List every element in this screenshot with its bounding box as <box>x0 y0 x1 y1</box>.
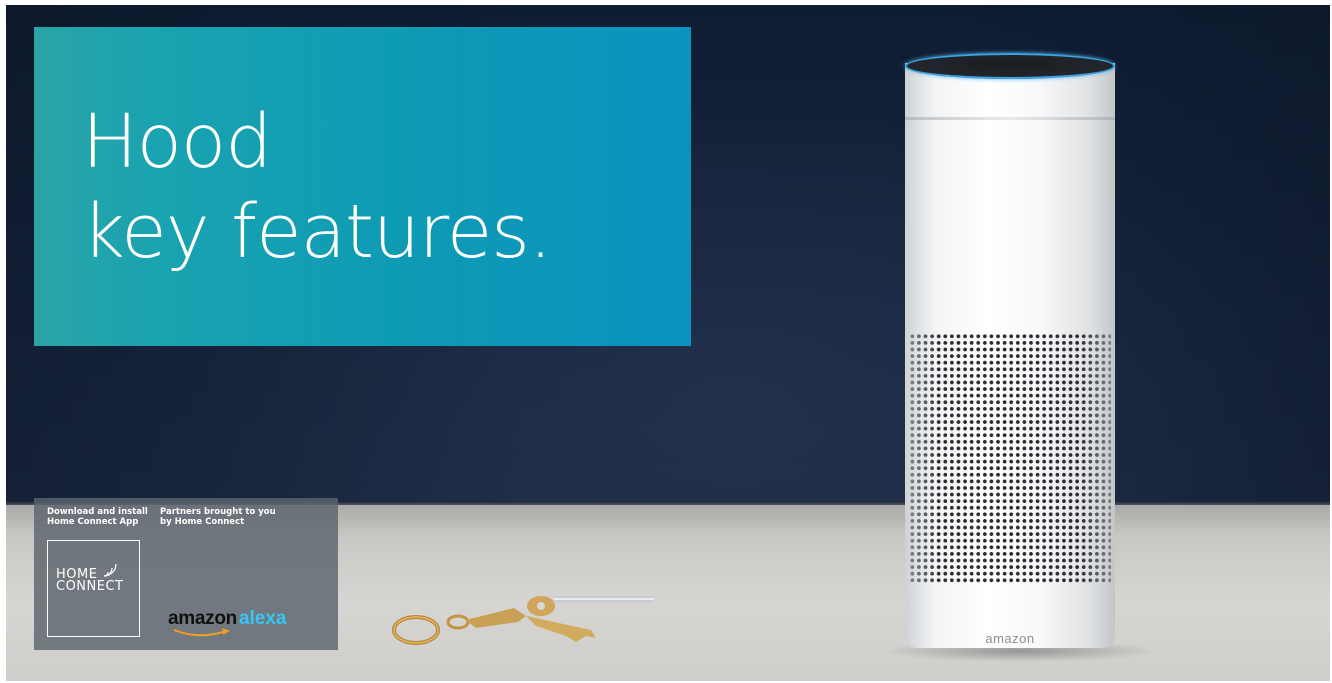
partner-panel: Download and install Home Connect App Pa… <box>34 498 338 650</box>
download-label-line2: Home Connect App <box>47 517 139 527</box>
download-label-line1: Download and install <box>47 507 148 517</box>
partners-label-line1: Partners brought to you <box>160 507 276 517</box>
hero-banner: Hood key features. <box>34 27 691 346</box>
keychain-image <box>392 596 654 645</box>
alexa-wordmark: alexa <box>238 608 287 629</box>
partners-label-line2: by Home Connect <box>160 517 245 527</box>
home-connect-word-connect: CONNECT <box>56 579 124 594</box>
hero-title-line1: Hood <box>82 99 272 185</box>
speaker-body: amazon <box>905 63 1115 648</box>
speaker-light-ring <box>905 53 1115 79</box>
hero-title-line2: key features. <box>82 189 552 275</box>
home-connect-wordmark: HOME CONNECT <box>56 568 124 594</box>
home-connect-logo[interactable]: HOME CONNECT <box>47 540 140 637</box>
amazon-smile-icon <box>173 628 230 637</box>
speaker-grille <box>909 333 1111 583</box>
partners-label: Partners brought to you by Home Connect <box>160 507 276 527</box>
speaker-brand-label: amazon <box>985 631 1035 646</box>
amazon-wordmark: amazon <box>168 608 237 629</box>
download-app-label: Download and install Home Connect App <box>47 507 148 527</box>
hero-title: Hood key features. <box>82 97 552 277</box>
amazon-echo-speaker: amazon <box>905 53 1115 653</box>
speaker-volume-ring <box>905 117 1115 120</box>
amazon-alexa-logo[interactable]: amazon alexa <box>168 608 287 638</box>
